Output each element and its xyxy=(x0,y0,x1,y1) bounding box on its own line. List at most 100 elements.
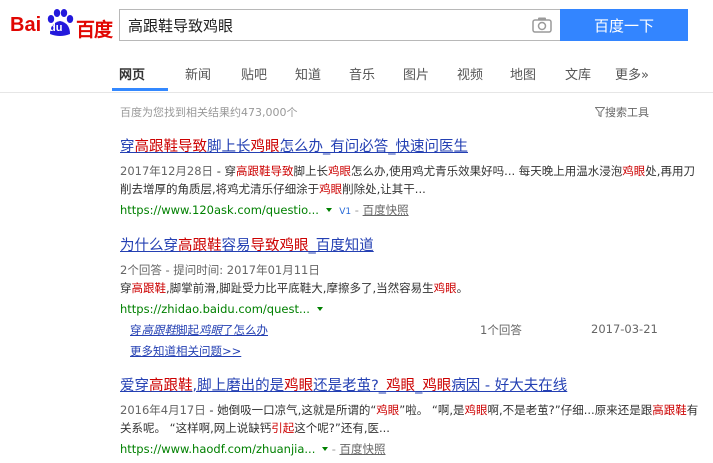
result-url[interactable]: https://zhidao.baidu.com/quest... xyxy=(120,302,310,316)
highlighted-keyword: 导致 xyxy=(178,139,207,155)
highlighted-keyword: 鸡眼 xyxy=(622,164,646,178)
text-segment: 怎么办,使用鸡尤青乐效果好吗... 每天晚上用温水浸泡 xyxy=(351,164,623,178)
v1-text: V1 xyxy=(339,207,352,217)
result-title-link[interactable]: 为什么穿高跟鞋容易导致鸡眼_百度知道 xyxy=(120,236,700,256)
text-segment: 削除处,让其干... xyxy=(342,182,426,196)
text-segment: 病因 - 好大夫在线 xyxy=(451,378,568,394)
highlighted-keyword: 高跟鞋 xyxy=(134,139,179,155)
cache-link[interactable]: 百度快照 xyxy=(340,442,386,456)
text-segment: 脚起 xyxy=(176,323,199,337)
search-tools-button[interactable]: 搜索工具 xyxy=(595,104,649,120)
result-date: 2016年4月17日 xyxy=(120,403,206,417)
highlighted-keyword: 导致鸡眼 xyxy=(250,238,309,254)
v1-verification-badge[interactable]: V1 xyxy=(339,202,351,221)
result-title-link[interactable]: 穿高跟鞋导致脚上长鸡眼怎么办_有问必答_快速问医生 xyxy=(120,137,700,157)
tab-video[interactable]: 视频 xyxy=(457,64,483,83)
text-segment: 容易 xyxy=(221,238,251,254)
cache-link[interactable]: 百度快照 xyxy=(363,203,409,217)
highlighted-keyword: 高跟鞋 xyxy=(178,238,222,254)
text-segment: 为什么穿 xyxy=(120,238,178,254)
funnel-icon xyxy=(595,107,605,117)
logo-chinese-text: 百度 xyxy=(76,19,113,41)
related-question-answers: 1个回答 xyxy=(480,323,522,337)
highlighted-keyword: 鸡眼 xyxy=(328,164,352,178)
tab-news[interactable]: 新闻 xyxy=(185,64,211,83)
result-url-line: https://www.haodf.com/zhuanjia... - 百度快照 xyxy=(120,440,700,458)
highlighted-keyword: 鸡眼 xyxy=(319,182,343,196)
result-abstract-text: - 她倒吸一口凉气,这就是所谓的“鸡眼”啦。 “啊,是鸡眼啊,不是老茧?”仔细.… xyxy=(120,403,698,435)
search-box xyxy=(119,9,560,41)
tab-wenku[interactable]: 文库 xyxy=(565,64,591,83)
camera-icon[interactable] xyxy=(532,16,552,34)
search-result: 穿高跟鞋导致脚上长鸡眼怎么办_有问必答_快速问医生 2017年12月28日 - … xyxy=(120,137,700,221)
search-tools-label: 搜索工具 xyxy=(605,106,649,119)
tab-tieba[interactable]: 贴吧 xyxy=(241,64,267,83)
related-question-date: 2017-03-21 xyxy=(591,322,658,336)
result-url[interactable]: https://www.120ask.com/questio... xyxy=(120,203,319,217)
highlighted-keyword: 高跟鞋导致 xyxy=(236,164,294,178)
dropdown-arrow-icon[interactable] xyxy=(325,208,332,212)
result-title-link[interactable]: 爱穿高跟鞋,脚上磨出的是鸡眼还是老茧?_鸡眼_鸡眼病因 - 好大夫在线 xyxy=(120,376,700,396)
text-segment: 还是老茧?_ xyxy=(313,378,387,394)
text-segment: - 她倒吸一口凉气,这就是所谓的“ xyxy=(205,403,377,417)
more-related-questions-link[interactable]: 更多知道相关问题>> xyxy=(130,343,241,359)
text-segment: ”啦。 “啊,是 xyxy=(399,403,465,417)
tab-bar: 网页 新闻 贴吧 知道 音乐 图片 视频 地图 文库 更多» xyxy=(0,50,713,93)
related-question-link[interactable]: 穿高跟鞋脚起鸡眼了怎么办 xyxy=(130,323,268,337)
text-segment: 啊,不是老茧?”仔细...原来还是跟 xyxy=(487,403,653,417)
text-segment: ,脚上磨出的是 xyxy=(192,378,285,394)
text-segment: 。 xyxy=(456,281,469,295)
separator: - xyxy=(354,203,359,217)
search-button[interactable]: 百度一下 xyxy=(560,9,688,41)
result-abstract: 2016年4月17日 - 她倒吸一口凉气,这就是所谓的“鸡眼”啦。 “啊,是鸡眼… xyxy=(120,401,700,437)
result-date: 2017年12月28日 xyxy=(120,164,214,178)
highlighted-keyword: 引起 xyxy=(271,421,295,435)
text-segment: 穿 xyxy=(130,323,142,337)
search-input[interactable] xyxy=(120,10,520,40)
logo-paw-text: du xyxy=(49,22,63,34)
tab-zhidao[interactable]: 知道 xyxy=(295,64,321,83)
result-abstract-text: 穿高跟鞋,脚掌前滑,脚趾受力比平底鞋大,摩擦多了,当然容易生鸡眼。 xyxy=(120,279,700,297)
highlighted-keyword: 鸡眼 xyxy=(199,323,222,337)
highlighted-keyword: 高跟鞋 xyxy=(652,403,687,417)
baidu-logo[interactable]: Bai du 百度 xyxy=(10,6,114,44)
tab-more[interactable]: 更多» xyxy=(615,64,649,83)
result-url[interactable]: https://www.haodf.com/zhuanjia... xyxy=(120,442,315,456)
result-abstract: 2个回答 - 提问时间: 2017年01月11日 穿高跟鞋,脚掌前滑,脚趾受力比… xyxy=(120,261,700,297)
search-result: 爱穿高跟鞋,脚上磨出的是鸡眼还是老茧?_鸡眼_鸡眼病因 - 好大夫在线 2016… xyxy=(120,376,700,458)
text-segment: - 穿 xyxy=(213,164,237,178)
highlighted-keyword: 鸡眼 xyxy=(376,403,400,417)
highlighted-keyword: 鸡眼 xyxy=(422,378,452,394)
logo-latin-text: Bai xyxy=(10,14,42,36)
text-segment: 脚上长 xyxy=(207,139,251,155)
highlighted-keyword: 高跟鞋 xyxy=(149,378,193,394)
result-count: 百度为您找到相关结果约473,000个 xyxy=(120,106,298,119)
dropdown-arrow-icon[interactable] xyxy=(316,307,323,311)
text-segment: 穿 xyxy=(120,139,135,155)
separator: - xyxy=(331,442,336,456)
text-segment: 脚上长 xyxy=(293,164,329,178)
highlighted-keyword: 高跟鞋 xyxy=(141,323,177,337)
highlighted-keyword: 鸡眼 xyxy=(284,378,314,394)
tab-images[interactable]: 图片 xyxy=(403,64,429,83)
dropdown-arrow-icon[interactable] xyxy=(322,447,329,451)
highlighted-keyword: 鸡眼 xyxy=(386,378,416,394)
highlighted-keyword: 鸡眼 xyxy=(433,281,457,295)
tab-map[interactable]: 地图 xyxy=(510,64,536,83)
highlighted-keyword: 鸡眼 xyxy=(464,403,488,417)
highlighted-keyword: 高跟鞋 xyxy=(131,281,167,295)
highlighted-keyword: 鸡眼 xyxy=(250,139,280,155)
header: Bai du 百度 百度一下 xyxy=(0,0,713,50)
related-question-row: 穿高跟鞋脚起鸡眼了怎么办 1个回答 2017-03-21 xyxy=(130,322,660,338)
text-segment: _百度知道 xyxy=(308,238,374,254)
tab-music[interactable]: 音乐 xyxy=(349,64,375,83)
text-segment: 爱穿 xyxy=(120,378,149,394)
text-segment: 穿 xyxy=(120,281,132,295)
tab-web[interactable]: 网页 xyxy=(119,64,145,83)
text-segment: ,脚掌前滑,脚趾受力比平底鞋大,摩擦多了,当然容易生 xyxy=(166,281,434,295)
text-segment: 怎么办_有问必答_快速问医生 xyxy=(279,139,469,155)
result-meta: 2个回答 - 提问时间: 2017年01月11日 xyxy=(120,263,320,277)
result-url-line: https://zhidao.baidu.com/quest... xyxy=(120,300,700,318)
result-abstract: 2017年12月28日 - 穿高跟鞋导致脚上长鸡眼怎么办,使用鸡尤青乐效果好吗.… xyxy=(120,162,700,198)
text-segment: 这个呢?”还有,医... xyxy=(294,421,390,435)
